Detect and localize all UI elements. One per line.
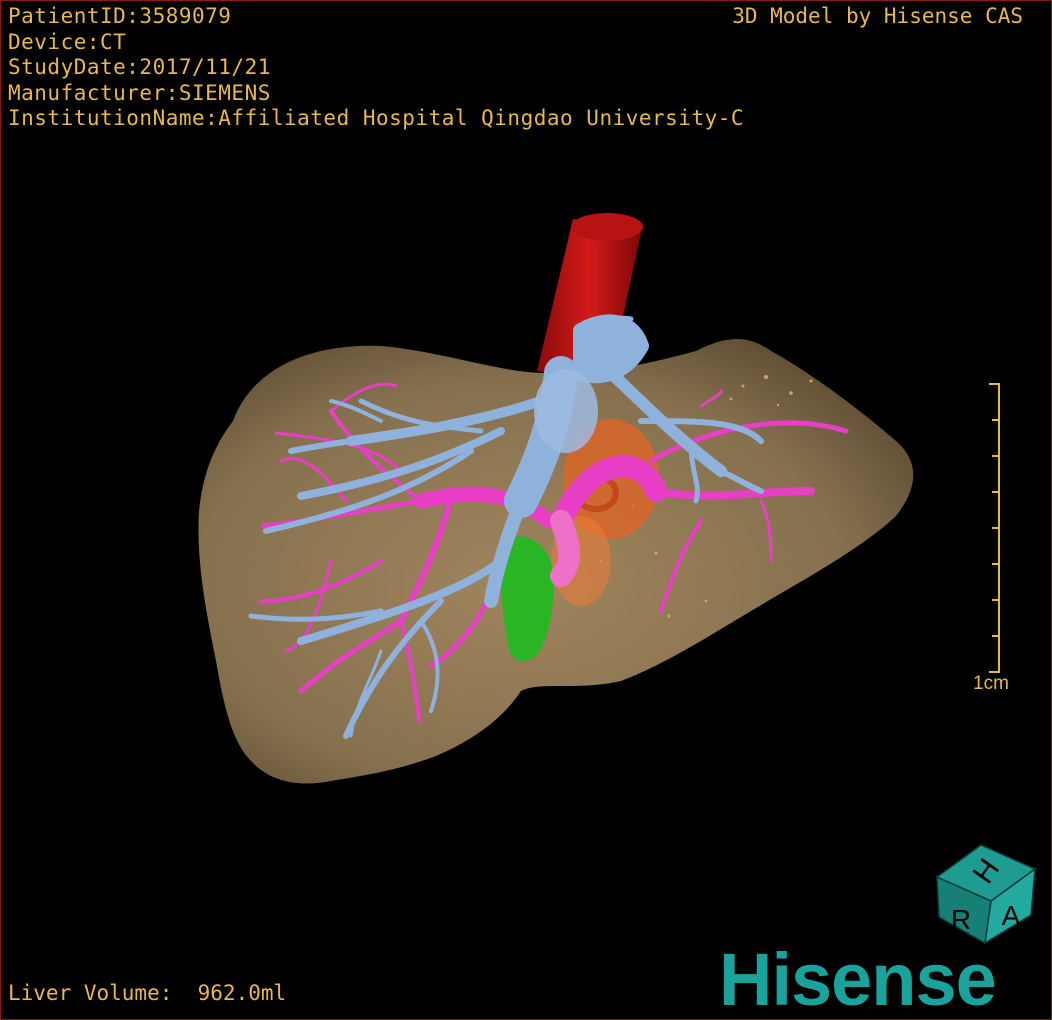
scale-label: 1cm [973,673,1009,694]
scale-bar [989,383,1000,673]
cube-label-left: R [951,904,971,935]
hepatic-vein-confluence [534,369,598,453]
hisense-logo: Hisense [719,938,997,1020]
orientation-cube-icon[interactable]: H R A [931,839,1041,949]
3d-viewport[interactable]: PatientID:3589079 Device:CT StudyDate:20… [0,0,1052,1020]
liver-volume-readout: Liver Volume: 962.0ml [8,981,287,1005]
liver-3d-model[interactable] [1,1,1052,1020]
cube-label-right: A [1002,900,1021,931]
artery-vessel-top [571,213,643,241]
